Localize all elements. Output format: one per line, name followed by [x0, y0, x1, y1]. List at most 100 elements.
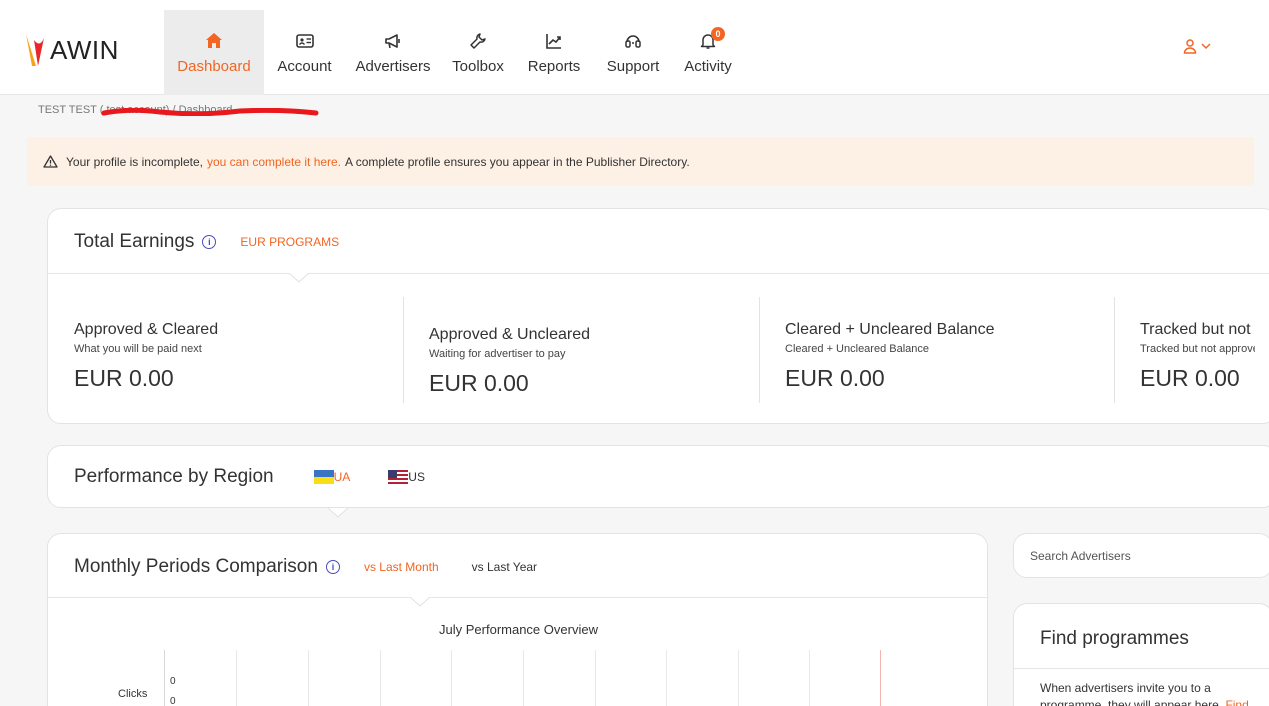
find-title: Find programmes — [1040, 628, 1189, 649]
gridline — [164, 650, 165, 706]
chart-line-icon — [545, 30, 563, 52]
megaphone-icon — [384, 30, 402, 52]
awin-logo[interactable]: AWIN — [24, 30, 119, 70]
gridline — [595, 650, 596, 706]
top-navigation-bar: AWIN Dashboard Account Advertisers Toolb… — [0, 0, 1269, 95]
tab-caret — [410, 597, 430, 607]
earn-title: Approved & Uncleared — [429, 326, 590, 343]
profile-incomplete-alert: Your profile is incomplete, you can comp… — [27, 137, 1254, 186]
card-divider — [1014, 668, 1269, 669]
earn-sub: Waiting for advertiser to pay — [429, 348, 566, 360]
earnings-col-approved-uncleared: Approved & Uncleared Waiting for adverti… — [429, 326, 590, 397]
find-programmes-card: Find programmes When advertisers invite … — [1013, 603, 1269, 706]
gridline — [380, 650, 381, 706]
gridline — [236, 650, 237, 706]
chart-title: July Performance Overview — [439, 622, 598, 637]
nav-label: Advertisers — [355, 58, 431, 75]
tab-vs-last-month[interactable]: vs Last Month — [364, 560, 439, 574]
nav-label: Account — [277, 58, 332, 75]
total-earnings-card: Total Earnings i EUR PROGRAMS Approved &… — [47, 208, 1269, 424]
flag-ua[interactable]: UA — [313, 470, 351, 484]
earn-value: EUR 0.00 — [1140, 365, 1240, 391]
gridline — [809, 650, 810, 706]
ukraine-flag-icon — [313, 470, 334, 484]
col-divider — [759, 297, 760, 403]
activity-badge: 0 — [711, 27, 725, 41]
gridline — [523, 650, 524, 706]
earn-sub: Cleared + Uncleared Balance — [785, 343, 930, 355]
axis-value: 0 — [170, 696, 176, 706]
nav-label: Reports — [527, 58, 581, 75]
chevron-down-icon — [1201, 43, 1211, 50]
card-divider — [48, 273, 1269, 274]
earn-value: EUR 0.00 — [74, 365, 174, 391]
info-icon[interactable]: i — [202, 235, 217, 249]
main-nav: Dashboard Account Advertisers Toolbox Re… — [164, 10, 743, 95]
user-menu[interactable] — [1183, 38, 1211, 54]
nav-reports[interactable]: Reports — [515, 10, 593, 95]
earn-value: EUR 0.00 — [785, 365, 885, 391]
nav-label: Activity — [684, 58, 732, 75]
wrench-icon — [469, 30, 487, 52]
performance-chart: Clicks 0 0 — [48, 650, 989, 706]
current-day-marker — [880, 650, 881, 706]
usa-flag-icon — [388, 470, 409, 484]
complete-profile-link[interactable]: you can complete it here. — [207, 155, 341, 169]
region-caret — [328, 508, 348, 518]
awin-flame-icon — [26, 32, 46, 66]
earn-title: Approved & Cleared — [74, 321, 219, 338]
nav-label: Support — [606, 58, 660, 75]
flag-us[interactable]: US — [388, 470, 425, 484]
warning-icon — [43, 155, 58, 168]
col-divider — [403, 297, 404, 403]
nav-advertisers[interactable]: Advertisers — [345, 10, 441, 95]
card-divider — [48, 597, 987, 598]
earn-title: Cleared + Uncleared Balance — [785, 321, 995, 338]
info-icon[interactable]: i — [325, 560, 340, 574]
logo-text: AWIN — [50, 34, 119, 65]
find-text-block: When advertisers invite you to a program… — [1040, 680, 1269, 706]
earnings-col-tracked: Tracked but not approved Tracked but not… — [1140, 321, 1255, 392]
tab-caret — [289, 273, 309, 283]
nav-support[interactable]: Support — [593, 10, 673, 95]
region-title: Performance by Region — [74, 466, 274, 487]
gridline — [666, 650, 667, 706]
search-advertisers-input[interactable] — [1014, 534, 1269, 577]
earn-value: EUR 0.00 — [429, 370, 529, 396]
nav-account[interactable]: Account — [264, 10, 345, 95]
search-advertisers-box — [1013, 533, 1269, 578]
monthly-comparison-card: Monthly Periods Comparison i vs Last Mon… — [47, 533, 988, 706]
earnings-col-approved-cleared: Approved & Cleared What you will be paid… — [74, 321, 218, 392]
col-divider — [1114, 297, 1115, 403]
row-label-clicks: Clicks — [118, 688, 148, 700]
home-icon — [205, 30, 223, 52]
find-text: When advertisers invite you to a program… — [1040, 681, 1223, 706]
flag-us-label: US — [408, 470, 425, 484]
earn-title: Tracked but not approved — [1140, 321, 1255, 338]
nav-dashboard[interactable]: Dashboard — [164, 10, 264, 95]
nav-label: Toolbox — [452, 58, 504, 75]
redaction-mark — [101, 108, 319, 116]
earnings-title: Total Earnings — [74, 231, 195, 252]
gridline — [738, 650, 739, 706]
tab-vs-last-year[interactable]: vs Last Year — [472, 560, 537, 574]
headset-icon — [624, 30, 642, 52]
nav-activity[interactable]: 0 Activity — [673, 10, 743, 95]
axis-value: 0 — [170, 676, 176, 687]
flag-ua-label: UA — [333, 470, 351, 484]
gridline — [451, 650, 452, 706]
id-card-icon — [295, 30, 314, 52]
nav-label: Dashboard — [177, 58, 251, 75]
earn-sub: What you will be paid next — [74, 343, 202, 355]
monthly-title: Monthly Periods Comparison — [74, 556, 318, 577]
nav-toolbox[interactable]: Toolbox — [441, 10, 515, 95]
earnings-col-balance: Cleared + Uncleared Balance Cleared + Un… — [785, 321, 994, 392]
alert-text-suffix: A complete profile ensures you appear in… — [345, 154, 690, 169]
alert-text-prefix: Your profile is incomplete, — [66, 154, 203, 169]
bell-icon: 0 — [699, 27, 725, 52]
gridline — [308, 650, 309, 706]
earn-sub: Tracked but not approved — [1140, 343, 1255, 355]
tab-eur-programs[interactable]: EUR PROGRAMS — [240, 235, 339, 249]
performance-by-region-card: Performance by Region UA US — [47, 445, 1269, 518]
user-icon — [1183, 39, 1197, 54]
